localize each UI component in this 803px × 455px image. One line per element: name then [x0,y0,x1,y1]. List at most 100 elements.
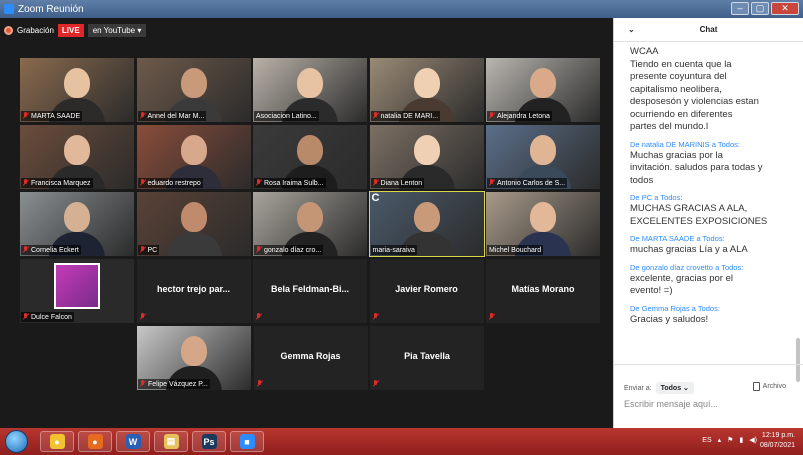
chat-message-line: todos [630,174,654,186]
participant-name-tag: gonzalo díaz cro... [254,245,324,255]
participant-tile[interactable]: eduardo restrepo [136,125,251,189]
taskbar-app[interactable]: ● [40,431,74,452]
participant-tile[interactable]: Rosa Iraima Sulb... [253,125,367,189]
sender-name: gonzalo díaz crovetto [641,262,713,272]
taskbar-app[interactable]: Ps [192,431,226,452]
participant-face [530,135,556,165]
chat-message-line: ocurriendo en diferentes [630,108,733,120]
muted-mic-icon [373,112,379,120]
recipient-dropdown[interactable]: Todos ⌄ [655,382,694,394]
language-indicator[interactable]: ES [702,437,711,444]
tray-arrow-icon[interactable]: ▴ [718,436,722,444]
taskbar-app[interactable]: W [116,431,150,452]
participant-tile[interactable]: Pia Tavella [370,326,484,390]
participant-name: Cornelia Eckert [31,246,79,254]
minimize-button[interactable]: – [731,2,749,15]
recording-label: Grabación [17,25,54,35]
participant-tile[interactable]: Antonio Carlos de S... [486,125,600,189]
participant-tile[interactable]: Javier Romero [369,259,484,323]
chat-messages[interactable]: WCAA Tiendo en cuenta que la presente coyu… [614,42,794,364]
participant-name: hector trejo par... [156,284,231,294]
window-controls: – ▢ ✕ [731,2,799,15]
muted-mic-icon [140,179,146,187]
participant-name: Francisca Marquez [31,179,91,187]
muted-mic-icon [140,112,146,120]
chat-message-line: evento! =) [630,285,673,296]
chat-composer: Enviar a: Todos ⌄ Archivo Escribir mensa… [614,364,803,428]
participant-name: Rosa Iraima Sulb... [264,179,324,187]
participant-tile[interactable]: maria-saraiva C [368,191,485,257]
participant-name: Antonio Carlos de S... [497,179,566,187]
participant-face [180,202,207,232]
participant-name: gonzalo díaz cro... [264,246,322,254]
participant-tile[interactable]: Michel Bouchard [486,192,600,256]
participant-tile[interactable]: Gemma Rojas [253,326,368,390]
participant-tile[interactable]: Alejandra Letona [486,58,600,122]
chat-title: Chat [699,25,718,34]
participant-tile[interactable]: gonzalo díaz cro... [253,192,367,256]
participant-tile[interactable]: Felipe Vázquez P... [137,326,251,390]
participant-name: Pia Tavella [404,351,450,361]
participant-name-tag: maria-saraiva [370,245,417,255]
sender-name: PC [641,193,653,202]
send-to-row: Enviar a: Todos ⌄ [624,382,694,394]
from-prefix: De [630,139,640,149]
participant-tile[interactable]: Annel del Mar M... [136,58,251,122]
participant-tile[interactable]: Cornelia Eckert [20,192,134,256]
from-prefix: De [630,234,640,243]
participant-face [413,202,440,232]
participant-tile[interactable]: PC [136,192,251,256]
chat-message-sender[interactable]: De PC a Todos: [630,193,788,202]
sender-name: MARTA SAADE [641,234,695,243]
chat-message-line: Gracias y saludos! [630,313,709,325]
clock[interactable]: 12:19 p.m. 08/07/2021 [760,431,795,451]
participant-name-tag: Felipe Vázquez P... [138,379,210,389]
participant-tile[interactable]: hector trejo par... [136,259,251,323]
live-stream-dropdown[interactable]: en YouTube ▾ [87,23,147,37]
participant-face [180,135,207,165]
taskbar-app[interactable]: ▤ [154,431,188,452]
participant-name-tag: Annel del Mar M... [137,111,207,121]
explorer-icon: ▤ [163,434,179,449]
participant-tile[interactable]: Matías Morano [486,259,600,323]
participant-name-tag: Cornelia Eckert [21,245,81,255]
participant-name-tag: Antonio Carlos de S... [487,178,568,188]
participant-tile[interactable]: Dulce Falcon [20,259,134,323]
chat-message-line: WCAA [630,46,659,57]
file-button[interactable]: Archivo [752,382,786,391]
taskbar-app[interactable]: ● [78,431,112,452]
recipient-label: a Todos: [715,262,744,272]
chat-message-line: EXCELENTES EXPOSICIONES [630,215,768,227]
muted-mic-icon [140,246,146,254]
chevron-down-icon[interactable]: ⌄ [628,25,635,34]
chat-message-line: MUCHAS GRACIAS A ALA, [630,203,748,214]
chat-message-sender[interactable]: De MARTA SAADE a Todos: [630,234,788,243]
network-icon[interactable]: ▮ [739,436,743,444]
chat-input[interactable]: Escribir mensaje aquí... [624,399,718,409]
flag-icon[interactable]: ⚑ [727,436,733,444]
maximize-button[interactable]: ▢ [751,2,769,15]
participant-tile[interactable]: Diana Lenton [369,125,484,189]
start-button[interactable] [5,430,28,453]
word-icon: W [125,434,141,449]
participant-tile[interactable]: Francisca Marquez [20,125,134,189]
muted-mic-icon [140,380,146,388]
participant-face [297,202,323,232]
participant-tile[interactable]: Bela Feldman-Bi... [253,259,367,323]
chat-message-sender[interactable]: De Gemma Rojas a Todos: [630,304,788,313]
participant-tile[interactable]: Asociacion Latino... [253,58,367,122]
clock-time: 12:19 p.m. [761,432,795,439]
chat-message-line: desposesón y violencias estan [630,96,759,107]
volume-icon[interactable]: ◀) [749,436,757,444]
chat-message-line: excelente, gracias por el [630,272,733,284]
taskbar-app[interactable]: ■ [230,431,264,452]
participant-body [165,232,222,256]
participant-tile[interactable]: MARTA SAADE [20,58,134,122]
recipient-value: Todos [660,385,682,392]
participant-name: Diana Lenton [380,179,423,187]
chat-message-sender[interactable]: De gonzalo díaz crovetto a Todos: [630,263,788,272]
chat-message-sender[interactable]: De natalia DE MARINIS a Todos: [630,140,788,149]
participant-face [181,336,207,366]
participant-tile[interactable]: natalia DE MARI... [369,58,484,122]
close-button[interactable]: ✕ [771,2,799,15]
